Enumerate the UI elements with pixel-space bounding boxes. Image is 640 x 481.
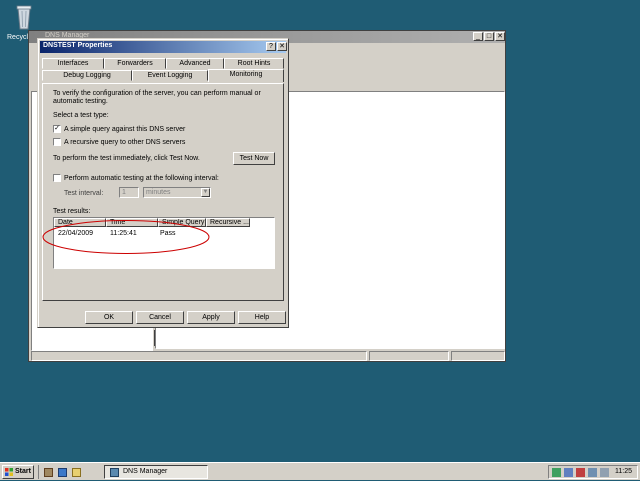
chevron-down-icon: ▼ [201,188,210,197]
start-button[interactable]: Start [2,465,34,479]
tab-debug-logging[interactable]: Debug Logging [42,70,132,81]
clock[interactable]: 11:25 [615,467,632,477]
column-header-recursive[interactable]: Recursive ... [206,218,250,227]
tab-event-logging[interactable]: Event Logging [132,70,208,81]
notification-area: 11:25 [548,465,638,479]
volume-icon[interactable] [588,468,597,477]
dialog-title: DNSTEST Properties [43,42,113,49]
ok-button[interactable]: OK [85,311,133,324]
pane-splitter[interactable] [154,330,155,346]
apply-button[interactable]: Apply [187,311,235,324]
properties-dialog: DNSTEST Properties ? ✕ Interfaces Forwar… [37,38,289,328]
context-help-button[interactable]: ? [266,42,276,51]
simple-query-checkbox[interactable]: ✓ [53,125,61,133]
taskbar-dns-manager-label: DNS Manager [123,468,168,475]
automatic-testing-label: Perform automatic testing at the followi… [64,175,219,182]
tab-forwarders[interactable]: Forwarders [104,58,166,69]
perform-now-label: To perform the test immediately, click T… [53,155,200,162]
tab-root-hints[interactable]: Root Hints [224,58,284,69]
intro-line-2: automatic testing. [53,98,108,105]
test-now-button[interactable]: Test Now [233,152,275,165]
automatic-testing-checkbox[interactable] [53,174,61,182]
interval-unit-value: minutes [146,189,171,196]
monitor-icon[interactable] [564,468,573,477]
display-icon[interactable] [600,468,609,477]
tab-interfaces[interactable]: Interfaces [42,58,104,69]
network-icon[interactable] [552,468,561,477]
dialog-close-button[interactable]: ✕ [277,42,287,51]
interval-unit-select[interactable]: minutes ▼ [143,187,211,198]
annotation-ellipse [42,220,210,254]
taskbar-dns-manager[interactable]: DNS Manager [104,465,208,479]
taskbar: Start DNS Manager 11:25 [0,462,640,480]
monitoring-panel: To verify the configuration of the serve… [42,83,284,301]
tab-advanced[interactable]: Advanced [166,58,224,69]
recycle-bin-icon [16,5,32,30]
test-interval-label: Test interval: [64,190,104,197]
help-button[interactable]: Help [238,311,286,324]
dns-icon [110,468,119,477]
recursive-query-checkbox[interactable] [53,138,61,146]
security-icon[interactable] [576,468,585,477]
tab-monitoring[interactable]: Monitoring [208,69,284,82]
server-manager-icon[interactable] [44,468,53,477]
status-bar [31,351,505,361]
select-test-type-label: Select a test type: [53,112,109,119]
recursive-query-label: A recursive query to other DNS servers [64,139,186,146]
maximize-button[interactable]: □ [484,32,494,41]
intro-line-1: To verify the configuration of the serve… [53,90,261,97]
minimize-button[interactable]: _ [473,32,483,41]
dialog-titlebar[interactable]: DNSTEST Properties [40,41,286,53]
interval-value-field[interactable]: 1 [119,187,139,198]
simple-query-label: A simple query against this DNS server [64,126,186,133]
powershell-icon[interactable] [58,468,67,477]
start-label: Start [15,468,31,475]
explorer-icon[interactable] [72,468,81,477]
cancel-button[interactable]: Cancel [136,311,184,324]
close-button[interactable]: ✕ [495,32,505,41]
test-results-label: Test results: [53,208,91,215]
windows-logo-icon [5,468,13,476]
